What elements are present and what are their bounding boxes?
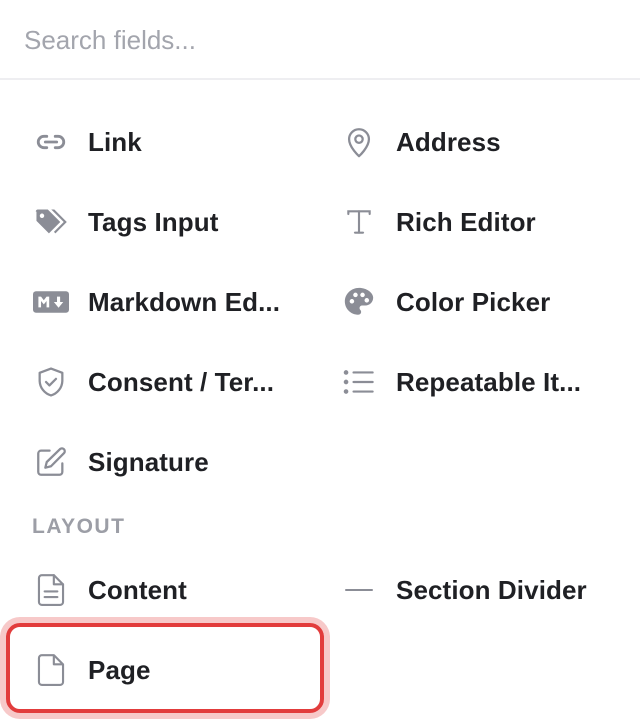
- field-address[interactable]: Address: [308, 114, 640, 170]
- field-label: Tags Input: [88, 206, 219, 237]
- field-picker-panel: Link Address Tags Input Rich Editor: [0, 0, 640, 722]
- markdown-icon: [32, 283, 70, 321]
- field-label: Consent / Ter...: [88, 366, 275, 397]
- field-label: Repeatable It...: [396, 366, 582, 397]
- section-heading-layout: LAYOUT: [32, 515, 126, 538]
- field-section-divider[interactable]: Section Divider: [308, 562, 640, 618]
- field-label: Markdown Ed...: [88, 286, 281, 317]
- field-label: Signature: [88, 446, 209, 477]
- field-repeatable-items[interactable]: Repeatable It...: [308, 354, 640, 410]
- search-input[interactable]: [24, 18, 614, 62]
- field-consent-terms[interactable]: Consent / Ter...: [0, 354, 320, 410]
- field-label: Rich Editor: [396, 206, 536, 237]
- field-link[interactable]: Link: [0, 114, 320, 170]
- field-signature[interactable]: Signature: [0, 434, 320, 490]
- field-label: Color Picker: [396, 286, 551, 317]
- field-rich-editor[interactable]: Rich Editor: [308, 194, 640, 250]
- tags-icon: [32, 203, 70, 241]
- document-text-icon: [32, 571, 70, 609]
- text-type-icon: [340, 203, 378, 241]
- link-icon: [32, 123, 70, 161]
- map-pin-icon: [340, 123, 378, 161]
- field-label: Content: [88, 574, 187, 605]
- field-label: Page: [88, 654, 151, 685]
- list-icon: [340, 363, 378, 401]
- field-label: Section Divider: [396, 574, 587, 605]
- document-icon: [32, 651, 70, 689]
- field-label: Link: [88, 126, 142, 157]
- field-content[interactable]: Content: [0, 562, 320, 618]
- minus-icon: [340, 571, 378, 609]
- field-markdown-editor[interactable]: Markdown Ed...: [0, 274, 320, 330]
- palette-icon: [340, 283, 378, 321]
- pencil-square-icon: [32, 443, 70, 481]
- shield-check-icon: [32, 363, 70, 401]
- field-label: Address: [396, 126, 501, 157]
- search-bar: [0, 0, 640, 80]
- field-page[interactable]: Page: [0, 642, 320, 698]
- field-tags-input[interactable]: Tags Input: [0, 194, 320, 250]
- field-color-picker[interactable]: Color Picker: [308, 274, 640, 330]
